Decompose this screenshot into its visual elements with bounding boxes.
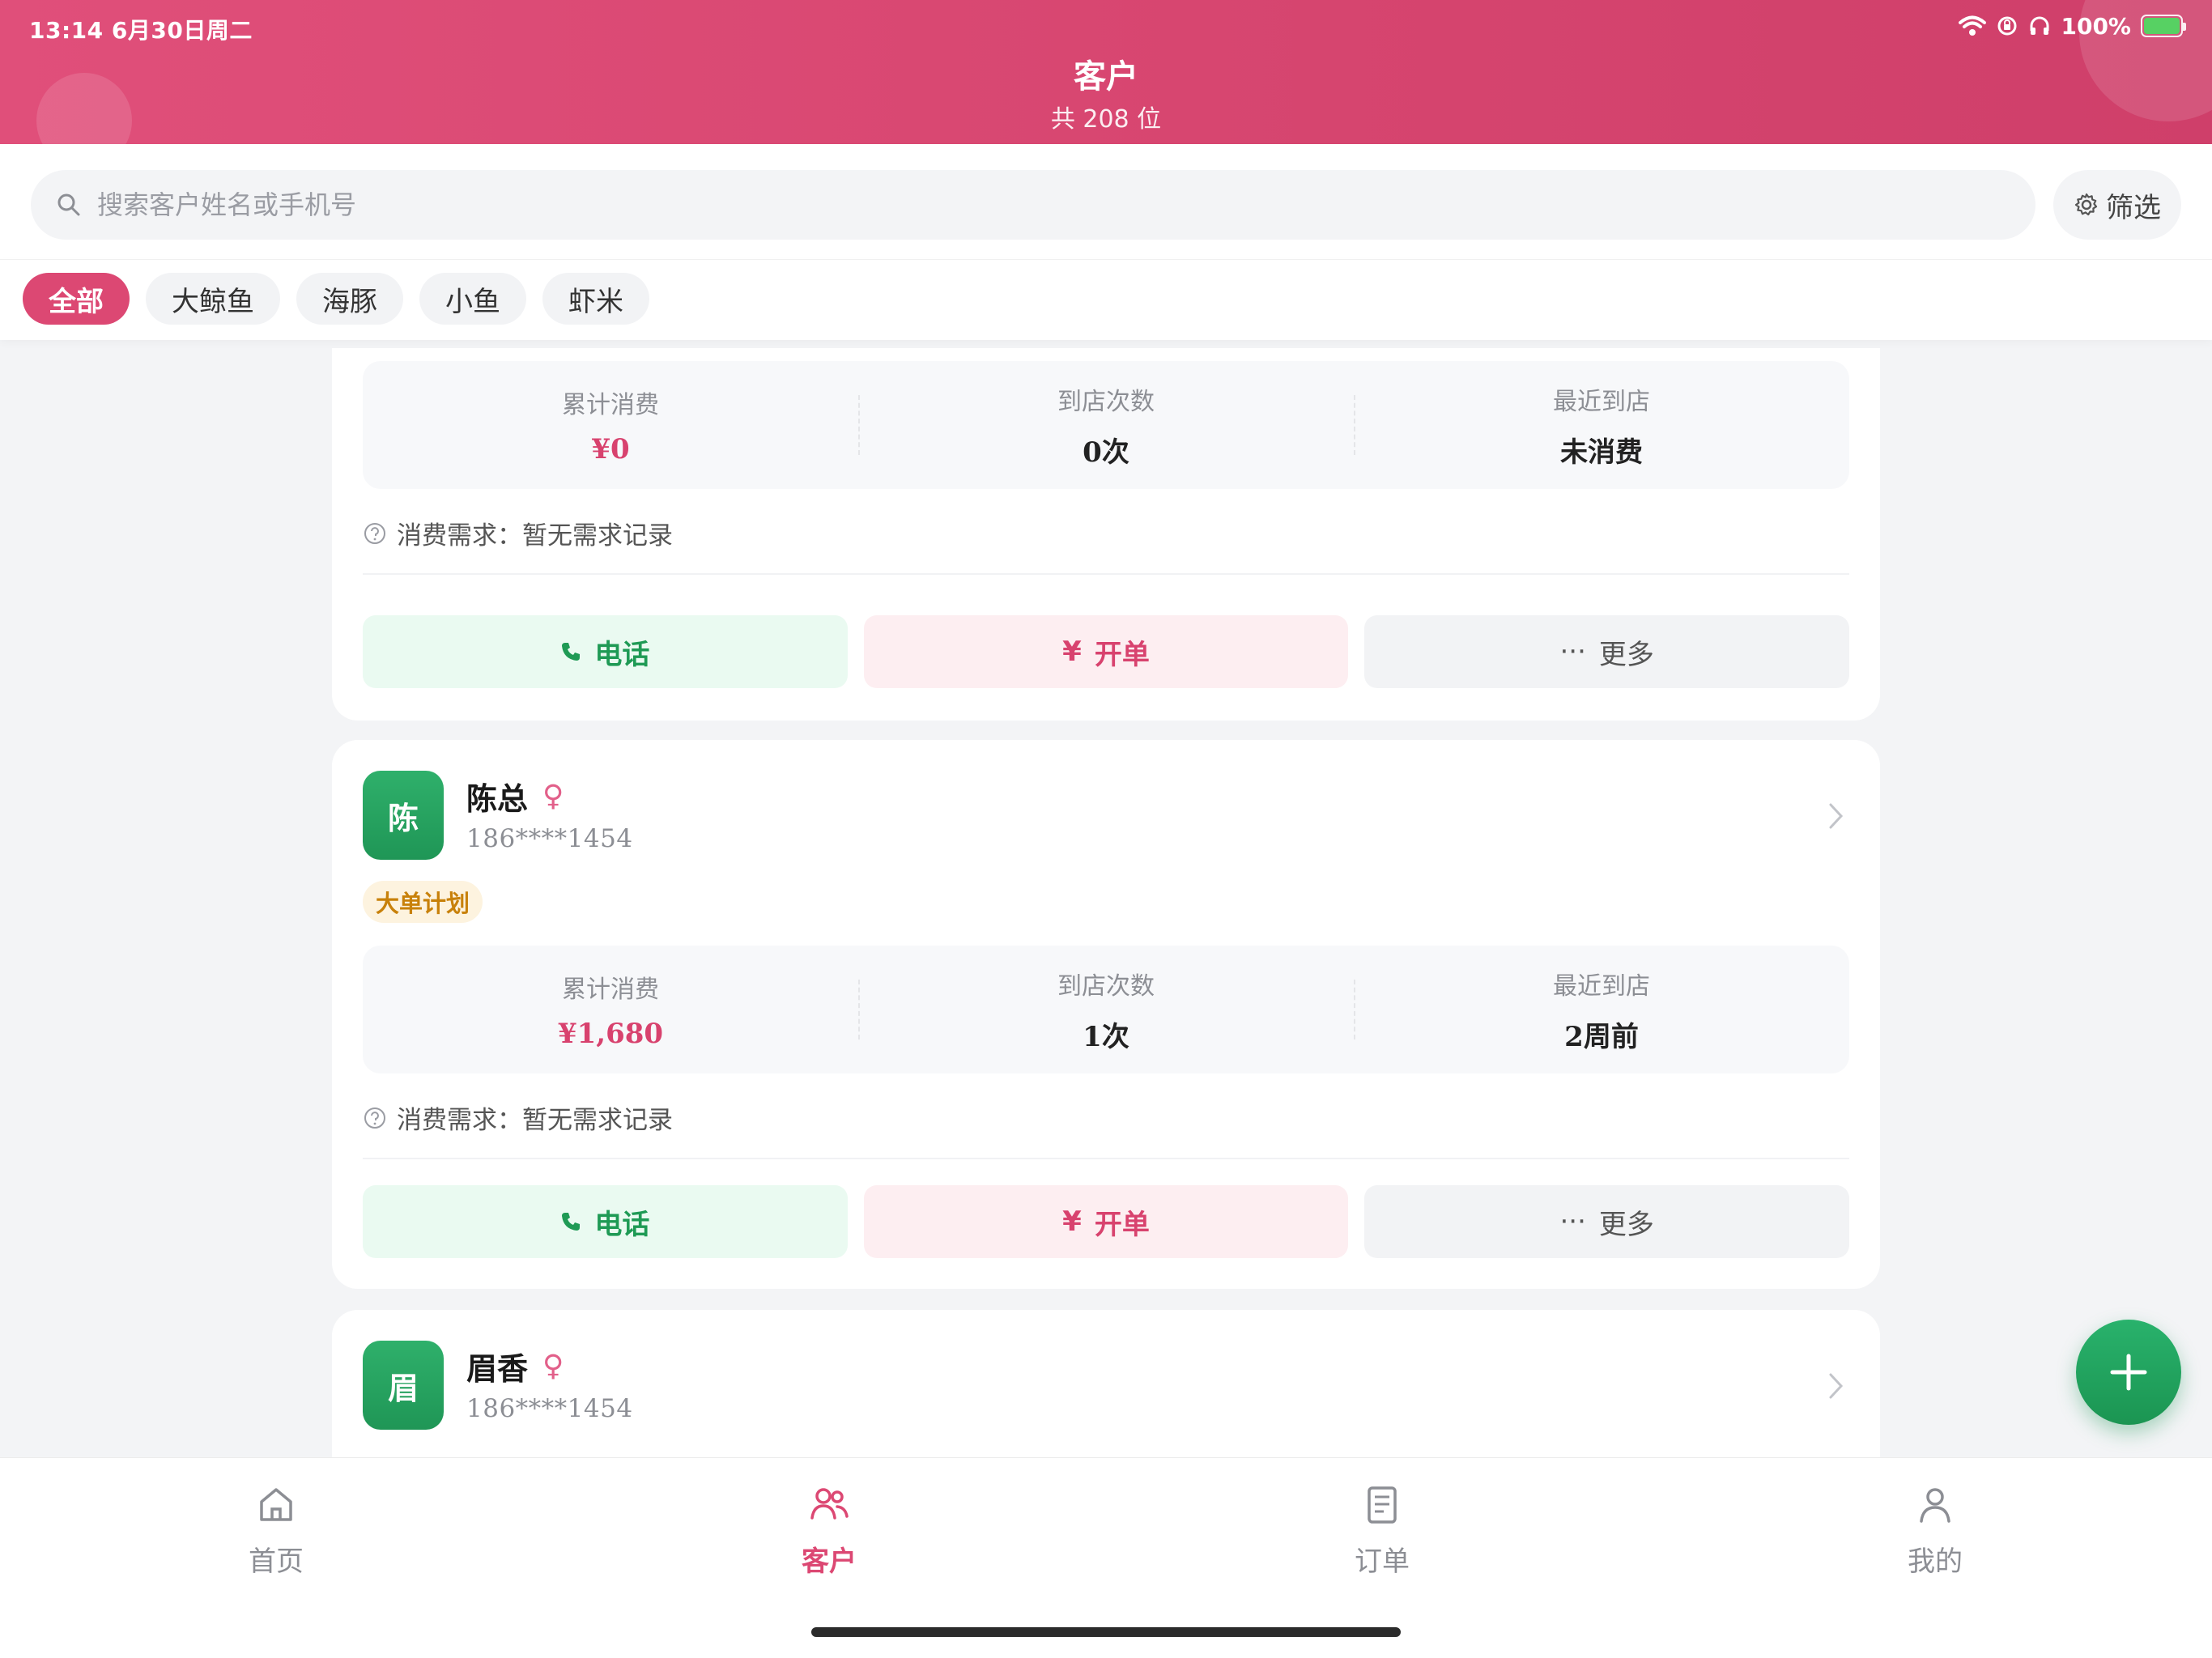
yen-icon: ¥ bbox=[1062, 1205, 1082, 1238]
nav-customers[interactable]: 客户 bbox=[748, 1482, 910, 1579]
avatar: 陈 bbox=[363, 771, 444, 860]
divider bbox=[363, 573, 1849, 575]
customers-icon bbox=[810, 1488, 849, 1520]
stat-last-visit: 最近到店 2周前 bbox=[1354, 946, 1849, 1073]
card-actions: 电话 ¥ 开单 ··· 更多 bbox=[363, 615, 1850, 688]
tab-dolphin[interactable]: 海豚 bbox=[296, 273, 403, 325]
page-title: 客户 bbox=[1074, 58, 1138, 96]
call-button[interactable]: 电话 bbox=[363, 615, 848, 688]
customer-list[interactable]: 累计消费 ¥0 到店次数 0次 最近到店 未消费 消费需求：暂无需求记录 电话 … bbox=[0, 348, 2212, 1457]
question-icon bbox=[364, 522, 385, 544]
call-button[interactable]: 电话 bbox=[363, 1185, 848, 1258]
stat-visit-count: 到店次数 0次 bbox=[858, 361, 1354, 489]
avatar: 眉 bbox=[363, 1341, 444, 1430]
customer-name-row: 陈总 ♀ bbox=[466, 774, 564, 818]
customer-stats: 累计消费 ¥1,680 到店次数 1次 最近到店 2周前 bbox=[363, 946, 1849, 1073]
home-indicator[interactable] bbox=[811, 1627, 1401, 1637]
customer-stats: 累计消费 ¥0 到店次数 0次 最近到店 未消费 bbox=[363, 361, 1849, 489]
stat-total-spend: 累计消费 ¥0 bbox=[562, 391, 659, 466]
stat-visit-count: 到店次数 1次 bbox=[858, 946, 1354, 1073]
customer-count: 共 208 位 bbox=[1050, 105, 1162, 134]
filter-button[interactable]: 筛选 bbox=[2053, 170, 2181, 240]
ellipsis-icon: ··· bbox=[1559, 636, 1586, 668]
customer-name-row: 眉香 ♀ bbox=[466, 1344, 564, 1388]
search-bar: 筛选 bbox=[0, 144, 2212, 259]
question-icon bbox=[364, 1107, 385, 1129]
profile-icon bbox=[1920, 1488, 1950, 1523]
card-actions: 电话 ¥ 开单 ··· 更多 bbox=[363, 1185, 1850, 1258]
customer-card[interactable]: 累计消费 ¥0 到店次数 0次 最近到店 未消费 消费需求：暂无需求记录 电话 … bbox=[332, 348, 1880, 721]
ellipsis-icon: ··· bbox=[1559, 1205, 1586, 1238]
nav-profile[interactable]: 我的 bbox=[1854, 1482, 2016, 1579]
consumption-need: 消费需求：暂无需求记录 bbox=[363, 515, 673, 551]
create-order-button[interactable]: ¥ 开单 bbox=[863, 615, 1349, 688]
gear-icon bbox=[2074, 193, 2098, 216]
customer-phone: 186****1454 bbox=[466, 824, 633, 853]
search-input[interactable] bbox=[97, 189, 1959, 220]
search-box[interactable] bbox=[31, 170, 2035, 240]
filter-label: 筛选 bbox=[2106, 191, 2161, 224]
phone-icon bbox=[562, 643, 581, 661]
orientation-lock-icon bbox=[1997, 16, 2017, 36]
create-order-button[interactable]: ¥ 开单 bbox=[863, 1185, 1349, 1258]
nav-orders[interactable]: 订单 bbox=[1301, 1482, 1463, 1579]
nav-home[interactable]: 首页 bbox=[195, 1482, 357, 1579]
consumption-need: 消费需求：暂无需求记录 bbox=[363, 1099, 673, 1136]
wifi-icon bbox=[1959, 15, 1987, 36]
status-icons: 100% bbox=[1959, 11, 2186, 40]
home-icon bbox=[260, 1488, 292, 1521]
stat-last-visit: 最近到店 未消费 bbox=[1354, 361, 1849, 489]
category-tabs: 全部 大鲸鱼 海豚 小鱼 虾米 bbox=[23, 273, 649, 325]
chevron-right-icon[interactable] bbox=[1823, 800, 1848, 832]
female-icon: ♀ bbox=[542, 1350, 564, 1383]
customer-name: 陈总 bbox=[466, 781, 529, 817]
female-icon: ♀ bbox=[542, 780, 564, 813]
divider bbox=[363, 1158, 1849, 1159]
status-time-date: 13:14 6月30日周二 bbox=[29, 17, 253, 44]
tab-shrimp[interactable]: 虾米 bbox=[542, 273, 649, 325]
more-button[interactable]: ··· 更多 bbox=[1364, 615, 1850, 688]
category-tabs-bar: 全部 大鲸鱼 海豚 小鱼 虾米 bbox=[0, 259, 2212, 340]
customer-card[interactable]: 眉 眉香 ♀ 186****1454 bbox=[332, 1310, 1880, 1457]
order-icon bbox=[1368, 1486, 1397, 1524]
battery-icon bbox=[2141, 15, 2186, 37]
customer-card[interactable]: 陈 陈总 ♀ 186****1454 大单计划 累计消费 ¥1,680 到店次数… bbox=[332, 740, 1880, 1289]
yen-icon: ¥ bbox=[1062, 636, 1082, 668]
customer-tag: 大单计划 bbox=[363, 881, 483, 923]
customer-name: 眉香 bbox=[466, 1351, 529, 1387]
search-icon bbox=[57, 193, 80, 216]
phone-icon bbox=[562, 1213, 581, 1231]
more-button[interactable]: ··· 更多 bbox=[1364, 1185, 1850, 1258]
app-header: 13:14 6月30日周二 100% 客户 共 208 位 bbox=[0, 0, 2212, 144]
headphones-icon bbox=[2030, 16, 2049, 35]
stat-total-spend: 累计消费 ¥1,680 bbox=[557, 976, 664, 1050]
plus-icon bbox=[2110, 1354, 2147, 1391]
add-customer-button[interactable] bbox=[2076, 1320, 2181, 1425]
chevron-right-icon[interactable] bbox=[1823, 1370, 1848, 1402]
battery-percent: 100% bbox=[2061, 12, 2131, 40]
customer-phone: 186****1454 bbox=[466, 1394, 633, 1423]
tab-all[interactable]: 全部 bbox=[23, 273, 130, 325]
tab-big-whale[interactable]: 大鲸鱼 bbox=[146, 273, 280, 325]
tab-small-fish[interactable]: 小鱼 bbox=[419, 273, 526, 325]
